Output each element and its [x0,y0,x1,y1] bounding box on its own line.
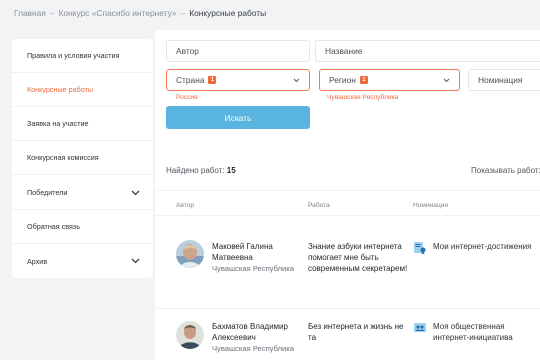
sidebar-item-rules[interactable]: Правила и условия участия [12,39,153,73]
chevron-down-icon [443,75,450,85]
sidebar-item-label: Обратная связь [27,222,80,231]
nomination-name: Моя общественная интернет-инициатива [433,322,513,342]
found-label: Найдено работ: [166,166,225,175]
author-region: Чувашская Республика [212,344,294,353]
region-selected-value: Чувашская Республика [327,94,399,101]
chevron-down-icon [293,75,300,85]
page-size-control[interactable]: Показывать работ: [471,166,540,175]
sidebar-item-application[interactable]: Заявка на участие [12,107,153,141]
sidebar-item-label: Конкурсная комиссия [27,153,99,162]
breadcrumb-contest[interactable]: Конкурс «Спасибо интернету» [59,8,177,18]
sidebar-item-label: Архив [27,256,48,266]
nomination-select[interactable]: Номинация [468,69,540,91]
sidebar-menu: Правила и условия участия Конкурсные раб… [12,39,153,278]
work-title[interactable]: Знание азбуки интернета помогает мне быт… [308,241,412,274]
avatar [176,240,204,268]
page-size-label: Показывать работ: [471,166,540,175]
breadcrumb-current: Конкурсные работы [189,8,267,18]
author-placeholder: Автор [176,46,199,56]
breadcrumb-separator: – [49,8,55,18]
region-select[interactable]: Регион 1 [319,69,460,91]
found-number: 15 [226,166,236,175]
main-content: Автор Название Страна 1 Регион 1 Номинация… [155,30,540,360]
sidebar-item-label: Правила и условия участия [27,51,120,60]
title-input[interactable]: Название [315,40,540,62]
sidebar-item-label: Конкурсные работы [27,85,94,94]
breadcrumb-home[interactable]: Главная [14,8,46,18]
author-input[interactable]: Автор [166,40,310,62]
author-name[interactable]: Бахматов Владимир Алексеевич [212,321,304,343]
sidebar-item-archive[interactable]: Архив [12,244,153,278]
author-name[interactable]: Маковей Галина Матвеевна [212,241,304,263]
country-selected-value: Россия [176,94,198,101]
sidebar-item-commission[interactable]: Конкурсная комиссия [12,141,153,175]
country-count-badge: 1 [208,76,217,84]
table-header: Автор Работа Номинация [155,190,540,216]
community-icon [413,321,427,335]
column-header-work: Работа [308,202,330,209]
breadcrumb-separator: – [180,8,186,18]
region-count-badge: 1 [359,76,368,84]
sidebar-item-feedback[interactable]: Обратная связь [12,210,153,244]
region-label: Регион [329,75,356,85]
achievement-icon [413,241,427,255]
search-button[interactable]: Искать [166,106,310,129]
sidebar-item-winners[interactable]: Победители [12,176,153,210]
sidebar-item-label: Победители [27,188,68,197]
country-select[interactable]: Страна 1 [166,69,310,91]
sidebar-item-works[interactable]: Конкурсные работы [12,73,153,107]
sidebar-item-label: Заявка на участие [27,119,89,128]
avatar [176,321,204,349]
country-label: Страна [176,75,205,85]
table-row[interactable]: Бахматов Владимир Алексеевич Чувашская Р… [155,308,540,360]
author-region: Чувашская Республика [212,264,294,273]
nomination-label: Номинация [478,75,523,85]
found-count: Найдено работ: 15 [166,166,236,175]
breadcrumb: Главная – Конкурс «Спасибо интернету» – Конк… [14,8,266,18]
chevron-down-icon[interactable] [130,188,140,198]
work-title[interactable]: Без интернета и жизнь не та [308,321,412,343]
chevron-down-icon[interactable] [130,256,140,266]
title-placeholder: Название [325,46,363,56]
column-header-author: Автор [176,202,195,209]
column-header-nomination: Номинация [413,202,448,209]
table-row[interactable]: Маковей Галина Матвеевна Чувашская Респу… [155,228,540,318]
nomination-name: Мои интернет-достижения [433,242,532,251]
